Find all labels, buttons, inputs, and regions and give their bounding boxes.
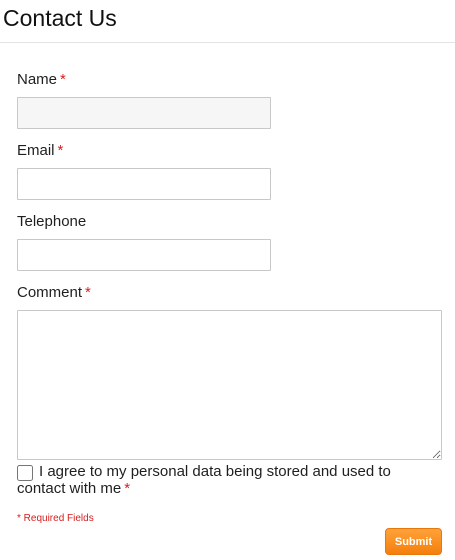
- consent-label-text: I agree to my personal data being stored…: [17, 463, 391, 497]
- submit-button[interactable]: Submit: [385, 528, 442, 555]
- title-divider: [0, 42, 455, 43]
- email-label-text: Email: [17, 142, 55, 159]
- email-required-marker: *: [57, 142, 64, 159]
- page-title: Contact Us: [3, 5, 117, 31]
- name-label: Name *: [17, 71, 66, 89]
- telephone-label: Telephone: [17, 213, 86, 231]
- required-fields-note: * Required Fields: [17, 513, 94, 524]
- comment-textarea[interactable]: [17, 310, 442, 460]
- name-label-text: Name: [17, 71, 58, 88]
- consent-required-marker: *: [124, 480, 131, 497]
- consent-row: I agree to my personal data being stored…: [17, 463, 437, 497]
- email-input[interactable]: [17, 168, 271, 200]
- consent-label: I agree to my personal data being stored…: [17, 463, 437, 497]
- comment-label-text: Comment: [17, 284, 83, 301]
- comment-label: Comment *: [17, 284, 91, 302]
- consent-checkbox[interactable]: [17, 465, 33, 481]
- email-label: Email *: [17, 142, 63, 160]
- name-input[interactable]: [17, 97, 271, 129]
- comment-required-marker: *: [85, 284, 91, 301]
- telephone-label-text: Telephone: [17, 213, 87, 230]
- name-required-marker: *: [60, 71, 66, 88]
- telephone-input[interactable]: [17, 239, 271, 271]
